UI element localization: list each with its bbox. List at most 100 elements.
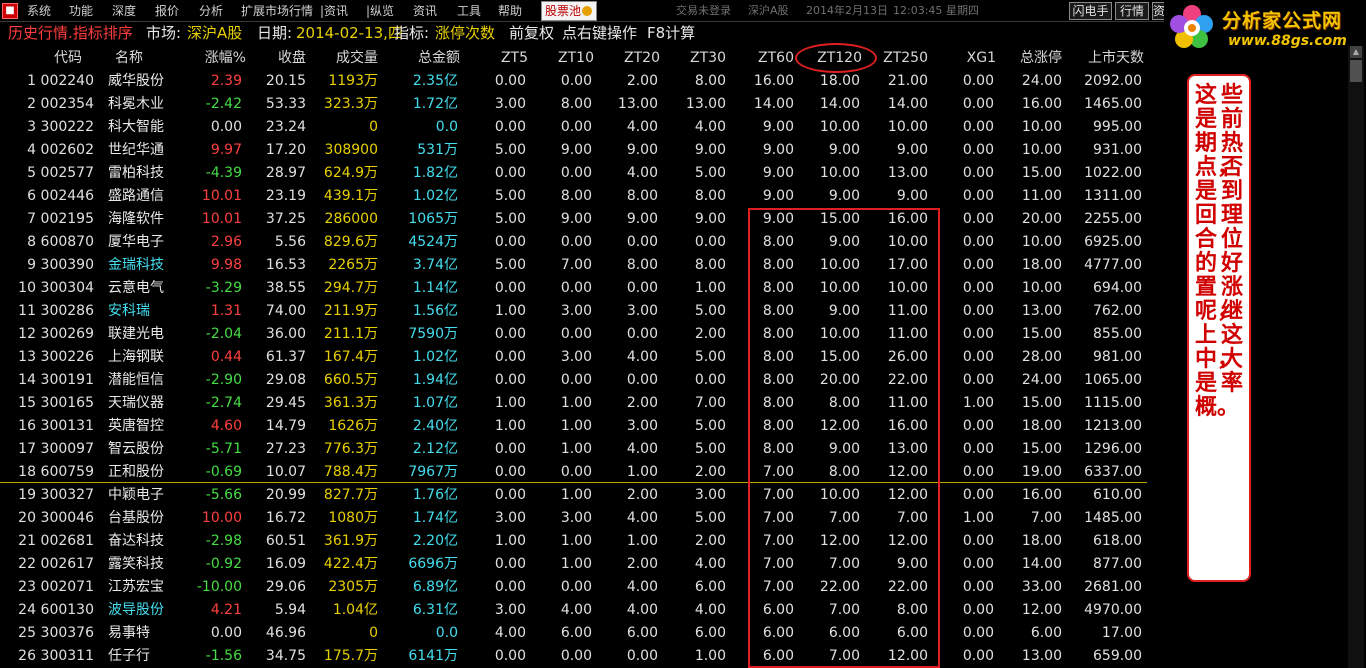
table-row[interactable]: 2 002354 科冕木业 -2.42 53.33 323.3万 1.72亿 3.00 8.00… bbox=[0, 93, 1150, 116]
table-row[interactable]: 23 002071 江苏宏宝 -10.00 29.06 2305万 6.89亿 0.00 0.0… bbox=[0, 576, 1150, 599]
table-row[interactable]: 10 300304 云意电气 -3.29 38.55 294.7万 1.14亿 0.00 0.0… bbox=[0, 277, 1150, 300]
table-row[interactable]: 19 300327 中颖电子 -5.66 20.99 827.7万 1.76亿 0.00 1.0… bbox=[0, 484, 1150, 507]
table-row[interactable]: 8 600870 厦华电子 2.96 5.56 829.6万 4524万 0.00 0.00 0.… bbox=[0, 231, 1150, 254]
cell-xg1: 0.00 bbox=[962, 349, 994, 365]
header-zt250[interactable]: ZT250 bbox=[876, 46, 928, 70]
cell-change-pct: 10.00 bbox=[201, 510, 242, 526]
stock-pool-button[interactable]: 股票池 bbox=[541, 1, 597, 21]
table-row[interactable]: 6 002446 盛路通信 10.01 23.19 439.1万 1.02亿 5.00 8.00… bbox=[0, 185, 1150, 208]
market-value[interactable]: 深沪A股 bbox=[187, 22, 242, 44]
cell-listed-days: 981.00 bbox=[1093, 349, 1142, 365]
cell-index: 7 bbox=[27, 211, 36, 227]
header-total-limit-up[interactable]: 总涨停 bbox=[1004, 46, 1062, 70]
flash-trade-button[interactable]: 闪电手 bbox=[1069, 2, 1112, 20]
cell-xg1: 0.00 bbox=[962, 303, 994, 319]
cell-xg1: 0.00 bbox=[962, 119, 994, 135]
table-row[interactable]: 11 300286 安科瑞 1.31 74.00 211.9万 1.56亿 1.00 3.00 3… bbox=[0, 300, 1150, 323]
header-xg1[interactable]: XG1 bbox=[950, 46, 996, 70]
menu-overview[interactable]: |纵览 bbox=[366, 0, 394, 22]
cell-volume: 2265万 bbox=[328, 257, 378, 273]
table-row[interactable]: 26 300311 任子行 -1.56 34.75 175.7万 6141万 0.00 0.00… bbox=[0, 645, 1150, 668]
table-row[interactable]: 16 300131 英唐智控 4.60 14.79 1626万 2.40亿 1.00 1.00 3… bbox=[0, 415, 1150, 438]
cell-name: 江苏宏宝 bbox=[108, 579, 164, 595]
header-name[interactable]: 名称 bbox=[100, 46, 158, 70]
app-icon[interactable]: ■ bbox=[2, 3, 18, 19]
table-row[interactable]: 1 002240 威华股份 2.39 20.15 1193万 2.35亿 0.00 0.00 2.… bbox=[0, 70, 1150, 93]
cell-code: 300191 bbox=[40, 372, 94, 388]
menu-system[interactable]: 系统 bbox=[27, 0, 51, 22]
cell-zt20: 9.00 bbox=[626, 142, 658, 158]
cell-zt30: 8.00 bbox=[694, 73, 726, 89]
scroll-thumb[interactable] bbox=[1350, 60, 1362, 82]
header-zt30[interactable]: ZT30 bbox=[678, 46, 726, 70]
cell-volume: 624.9万 bbox=[323, 165, 378, 181]
vertical-scrollbar[interactable]: ▲ bbox=[1348, 46, 1364, 668]
header-close[interactable]: 收盘 bbox=[256, 46, 306, 70]
cell-change-pct: -2.74 bbox=[205, 395, 242, 411]
header-code[interactable]: 代码 bbox=[40, 46, 96, 70]
table-row[interactable]: 12 300269 联建光电 -2.04 36.00 211.1万 7590万 0.00 0.0… bbox=[0, 323, 1150, 346]
header-amount[interactable]: 总金额 bbox=[386, 46, 460, 70]
menu-depth[interactable]: 深度 bbox=[112, 0, 136, 22]
cell-amount: 1.76亿 bbox=[412, 487, 458, 503]
cell-total-limit-up: 33.00 bbox=[1021, 579, 1062, 595]
cell-zt60: 9.00 bbox=[762, 119, 794, 135]
cell-index: 19 bbox=[18, 487, 36, 503]
cell-amount: 6.89亿 bbox=[412, 579, 458, 595]
cell-listed-days: 1465.00 bbox=[1084, 96, 1142, 112]
cell-zt30: 5.00 bbox=[694, 349, 726, 365]
cell-name: 天瑞仪器 bbox=[108, 395, 164, 411]
header-zt10[interactable]: ZT10 bbox=[546, 46, 594, 70]
date-value[interactable]: 2014-02-13,四 bbox=[296, 22, 403, 44]
header-volume[interactable]: 成交量 bbox=[316, 46, 378, 70]
cell-name: 正和股份 bbox=[108, 464, 164, 480]
cell-zt5: 1.00 bbox=[494, 303, 526, 319]
scroll-up-icon[interactable]: ▲ bbox=[1350, 46, 1362, 58]
table-row[interactable]: 25 300376 易事特 0.00 46.96 0 0.0 4.00 6.00 6.00 6.00… bbox=[0, 622, 1150, 645]
table-row[interactable]: 15 300165 天瑞仪器 -2.74 29.45 361.3万 1.07亿 1.00 1.0… bbox=[0, 392, 1150, 415]
menu-info-1[interactable]: |资讯 bbox=[320, 0, 348, 22]
cell-listed-days: 855.00 bbox=[1093, 326, 1142, 342]
table-row[interactable]: 24 600130 波导股份 4.21 5.94 1.04亿 6.31亿 3.00 4.00 4.… bbox=[0, 599, 1150, 622]
table-row[interactable]: 14 300191 潜能恒信 -2.90 29.08 660.5万 1.94亿 0.00 0.0… bbox=[0, 369, 1150, 392]
cell-close: 74.00 bbox=[265, 303, 306, 319]
cell-volume: 776.3万 bbox=[323, 441, 378, 457]
menu-function[interactable]: 功能 bbox=[69, 0, 93, 22]
header-zt60[interactable]: ZT60 bbox=[744, 46, 794, 70]
indicator-value[interactable]: 涨停次数 bbox=[435, 22, 495, 44]
menu-help[interactable]: 帮助 bbox=[498, 0, 522, 22]
cell-index: 11 bbox=[18, 303, 36, 319]
site-logo: 分析家公式网 www.88gs.com bbox=[1164, 0, 1366, 55]
cell-change-pct: 0.44 bbox=[210, 349, 242, 365]
menu-quote[interactable]: 报价 bbox=[155, 0, 179, 22]
cell-xg1: 1.00 bbox=[962, 395, 994, 411]
table-row[interactable]: 9 300390 金瑞科技 9.98 16.53 2265万 3.74亿 5.00 7.00 8.… bbox=[0, 254, 1150, 277]
cell-change-pct: 1.31 bbox=[210, 303, 242, 319]
table-row[interactable]: 20 300046 台基股份 10.00 16.72 1080万 1.74亿 3.00 3.00… bbox=[0, 507, 1150, 530]
cell-change-pct: 0.00 bbox=[210, 119, 242, 135]
f8-calc-hint[interactable]: F8计算 bbox=[647, 22, 695, 44]
table-row[interactable]: 5 002577 雷柏科技 -4.39 28.97 624.9万 1.82亿 0.00 0.00… bbox=[0, 162, 1150, 185]
adjust-option[interactable]: 前复权 bbox=[509, 22, 554, 44]
header-listed-days[interactable]: 上市天数 bbox=[1070, 46, 1144, 70]
quote-button[interactable]: 行情 bbox=[1115, 2, 1149, 20]
menu-tools[interactable]: 工具 bbox=[457, 0, 481, 22]
header-zt20[interactable]: ZT20 bbox=[612, 46, 660, 70]
table-row[interactable]: 7 002195 海隆软件 10.01 37.25 286000 1065万 5.00 9.00… bbox=[0, 208, 1150, 231]
cell-zt5: 0.00 bbox=[494, 165, 526, 181]
cell-total-limit-up: 20.00 bbox=[1021, 211, 1062, 227]
header-zt5[interactable]: ZT5 bbox=[480, 46, 528, 70]
menu-analysis[interactable]: 分析 bbox=[199, 0, 223, 22]
table-row[interactable]: 13 300226 上海钢联 0.44 61.37 167.4万 1.02亿 0.00 3.00… bbox=[0, 346, 1150, 369]
table-row[interactable]: 21 002681 奋达科技 -2.98 60.51 361.9万 2.20亿 1.00 1.0… bbox=[0, 530, 1150, 553]
table-row[interactable]: 18 600759 正和股份 -0.69 10.07 788.4万 7967万 0.00 0.0… bbox=[0, 461, 1150, 484]
cell-index: 18 bbox=[18, 464, 36, 480]
cell-name: 厦华电子 bbox=[108, 234, 164, 250]
table-row[interactable]: 17 300097 智云股份 -5.71 27.23 776.3万 2.12亿 0.00 1.0… bbox=[0, 438, 1150, 461]
table-row[interactable]: 3 300222 科大智能 0.00 23.24 0 0.0 0.00 0.00 4.00 4.00… bbox=[0, 116, 1150, 139]
header-change-pct[interactable]: 涨幅% bbox=[186, 46, 246, 70]
menu-info-2[interactable]: 资讯 bbox=[413, 0, 437, 22]
menu-extended-market[interactable]: 扩展市场行情 bbox=[241, 0, 313, 22]
table-row[interactable]: 22 002617 露笑科技 -0.92 16.09 422.4万 6696万 0.00 1.0… bbox=[0, 553, 1150, 576]
table-row[interactable]: 4 002602 世纪华通 9.97 17.20 308900 531万 5.00 9.00 9.… bbox=[0, 139, 1150, 162]
